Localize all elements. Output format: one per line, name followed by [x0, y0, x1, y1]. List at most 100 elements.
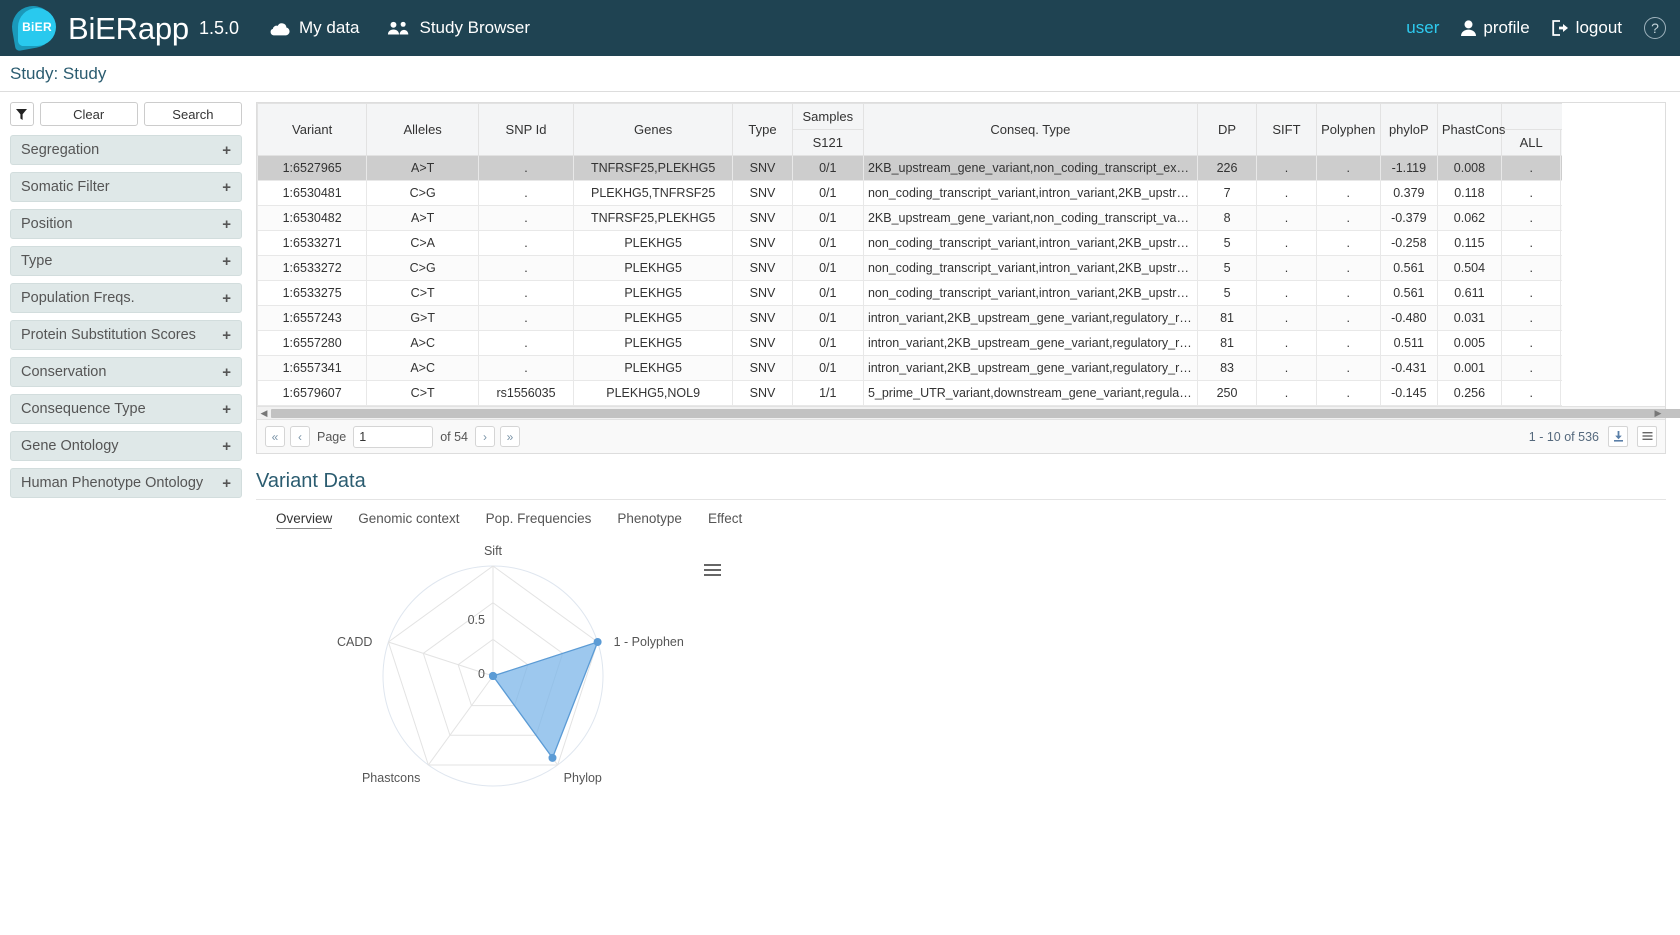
- cell-polyphen: .: [1315, 355, 1381, 381]
- tab-effect[interactable]: Effect: [708, 511, 742, 529]
- col-alleles[interactable]: Alleles: [366, 103, 479, 156]
- cell-sift: .: [1256, 280, 1317, 306]
- list-icon[interactable]: [1637, 426, 1657, 447]
- col-phylop[interactable]: phyloP: [1379, 103, 1438, 156]
- sidebar-item-label: Protein Substitution Scores: [21, 327, 196, 343]
- plus-icon[interactable]: +: [222, 327, 231, 344]
- last-page-button[interactable]: »: [500, 426, 521, 447]
- plus-icon[interactable]: +: [222, 290, 231, 307]
- cell-sift: .: [1256, 330, 1317, 356]
- col-genes[interactable]: Genes: [573, 103, 734, 156]
- table-row[interactable]: 1:6527965 A>T. TNFRSF25,PLEKHG5 SNV 0/1 2KB_u…: [257, 155, 1562, 181]
- col-sample-s121[interactable]: S121: [791, 129, 864, 156]
- download-icon[interactable]: [1608, 426, 1628, 447]
- table-row[interactable]: 1:6530482 A>T. TNFRSF25,PLEKHG5 SNV 0/1 2KB_u…: [257, 205, 1562, 231]
- help-icon[interactable]: ?: [1644, 17, 1666, 39]
- clear-button[interactable]: Clear: [39, 102, 138, 126]
- cell-snp: .: [477, 180, 575, 206]
- cell-sift: .: [1256, 380, 1317, 406]
- plus-icon[interactable]: +: [222, 401, 231, 418]
- logout-icon: [1551, 20, 1569, 36]
- cell-phylop: 0.561: [1379, 280, 1438, 306]
- plus-icon[interactable]: +: [222, 438, 231, 455]
- tab-pop-frequencies[interactable]: Pop. Frequencies: [486, 511, 592, 529]
- sidebar-item-protein-substitution-scores[interactable]: Protein Substitution Scores +: [10, 320, 242, 350]
- cell-genes: PLEKHG5: [573, 280, 734, 306]
- cell-conseq: 5_prime_UTR_variant,downstream_gene_vari…: [862, 380, 1198, 406]
- cell-dp: 5: [1196, 230, 1258, 256]
- plus-icon[interactable]: +: [222, 216, 231, 233]
- sidebar-item-label: Segregation: [21, 142, 100, 158]
- filter-accordion: Segregation + Somatic Filter + Position + Type…: [10, 135, 242, 498]
- plus-icon[interactable]: +: [222, 475, 231, 492]
- cell-conseq: intron_variant,2KB_upstream_gene_variant…: [862, 305, 1198, 331]
- table-row[interactable]: 1:6557243 G>T. PLEKHG5 SNV 0/1 intron_variant…: [257, 305, 1562, 331]
- cell-alleles: C>T: [366, 380, 479, 406]
- table-row[interactable]: 1:6533275 C>T. PLEKHG5 SNV 0/1 non_coding_tra…: [257, 280, 1562, 306]
- table-row[interactable]: 1:6557341 A>C. PLEKHG5 SNV 0/1 intron_variant…: [257, 355, 1562, 381]
- cell-amr: .: [1560, 180, 1562, 206]
- sidebar-item-segregation[interactable]: Segregation +: [10, 135, 242, 165]
- table-row[interactable]: 1:6530481 C>G. PLEKHG5,TNFRSF25 SNV 0/1 non_c…: [257, 180, 1562, 206]
- cell-phylop: -1.119: [1379, 155, 1438, 181]
- col-conseq-type[interactable]: Conseq. Type: [862, 103, 1198, 156]
- plus-icon[interactable]: +: [222, 142, 231, 159]
- scroll-right-arrow[interactable]: ▶: [1651, 407, 1665, 420]
- cell-variant: 1:6557243: [257, 305, 368, 331]
- nav-study-browser[interactable]: Study Browser: [387, 18, 530, 38]
- col-maf-all[interactable]: ALL: [1500, 129, 1562, 156]
- cell-s121: 0/1: [791, 330, 864, 356]
- col-variant[interactable]: Variant: [257, 103, 368, 156]
- sidebar-item-conservation[interactable]: Conservation +: [10, 357, 242, 387]
- radar-axis-label-phylop: Phylop: [563, 770, 602, 785]
- table-body: 1:6527965 A>T. TNFRSF25,PLEKHG5 SNV 0/1 2KB_u…: [257, 155, 1562, 406]
- study-bar: Study: Study: [0, 56, 1680, 92]
- sidebar-item-consequence-type[interactable]: Consequence Type +: [10, 394, 242, 424]
- first-page-button[interactable]: «: [265, 426, 285, 447]
- hamburger-menu-icon[interactable]: [704, 561, 721, 579]
- table-row[interactable]: 1:6579607 C>T rs1556035 PLEKHG5,NOL9 SNV 1/1 5…: [257, 380, 1562, 406]
- nav-my-data[interactable]: My data: [269, 18, 359, 38]
- col-maf-amr[interactable]: AMR: [1560, 129, 1562, 156]
- prev-page-button[interactable]: ‹: [290, 426, 310, 447]
- sidebar-item-label: Gene Ontology: [21, 438, 119, 454]
- scroll-left-arrow[interactable]: ◀: [257, 407, 271, 420]
- radar-axis-label-phastcons: Phastcons: [361, 770, 421, 785]
- table-row[interactable]: 1:6533272 C>G. PLEKHG5 SNV 0/1 non_coding_tra…: [257, 255, 1562, 281]
- cell-all: .: [1500, 230, 1562, 256]
- sidebar-item-human-phenotype-ontology[interactable]: Human Phenotype Ontology +: [10, 468, 242, 498]
- logout-link[interactable]: logout: [1551, 18, 1622, 38]
- cell-phylop: -0.145: [1379, 380, 1438, 406]
- page-input[interactable]: [353, 425, 434, 448]
- tab-genomic-context[interactable]: Genomic context: [358, 511, 459, 529]
- cell-all: .: [1500, 280, 1562, 306]
- plus-icon[interactable]: +: [222, 364, 231, 381]
- tab-overview[interactable]: Overview: [276, 511, 333, 529]
- table-row[interactable]: 1:6533271 C>A. PLEKHG5 SNV 0/1 non_coding_tra…: [257, 230, 1562, 256]
- plus-icon[interactable]: +: [222, 253, 231, 270]
- col-snp-id[interactable]: SNP Id: [477, 103, 575, 156]
- scrollbar-thumb[interactable]: [271, 409, 1680, 418]
- sidebar-item-somatic-filter[interactable]: Somatic Filter +: [10, 172, 242, 202]
- table-row[interactable]: 1:6557280 A>C. PLEKHG5 SNV 0/1 intron_variant…: [257, 330, 1562, 356]
- horizontal-scrollbar[interactable]: ◀ ▶: [257, 406, 1680, 420]
- profile-link[interactable]: profile: [1461, 18, 1530, 38]
- sidebar-item-position[interactable]: Position +: [10, 209, 242, 239]
- funnel-icon[interactable]: [10, 102, 34, 126]
- cell-conseq: non_coding_transcript_variant,intron_var…: [862, 255, 1198, 281]
- search-button[interactable]: Search: [143, 102, 242, 126]
- sidebar-item-gene-ontology[interactable]: Gene Ontology +: [10, 431, 242, 461]
- col-type[interactable]: Type: [732, 103, 793, 156]
- col-dp[interactable]: DP: [1196, 103, 1258, 156]
- nav-my-data-label: My data: [299, 18, 360, 37]
- current-user: user: [1406, 18, 1440, 37]
- col-phastcons[interactable]: PhastCons: [1436, 103, 1505, 156]
- col-sift[interactable]: SIFT: [1256, 103, 1317, 156]
- plus-icon[interactable]: +: [222, 179, 231, 196]
- app-version: 1.5.0: [198, 17, 239, 38]
- sidebar-item-type[interactable]: Type +: [10, 246, 242, 276]
- sidebar-item-population-freqs[interactable]: Population Freqs. +: [10, 283, 242, 313]
- tab-phenotype[interactable]: Phenotype: [617, 511, 682, 529]
- next-page-button[interactable]: ›: [475, 426, 496, 447]
- col-polyphen[interactable]: Polyphen: [1315, 103, 1381, 156]
